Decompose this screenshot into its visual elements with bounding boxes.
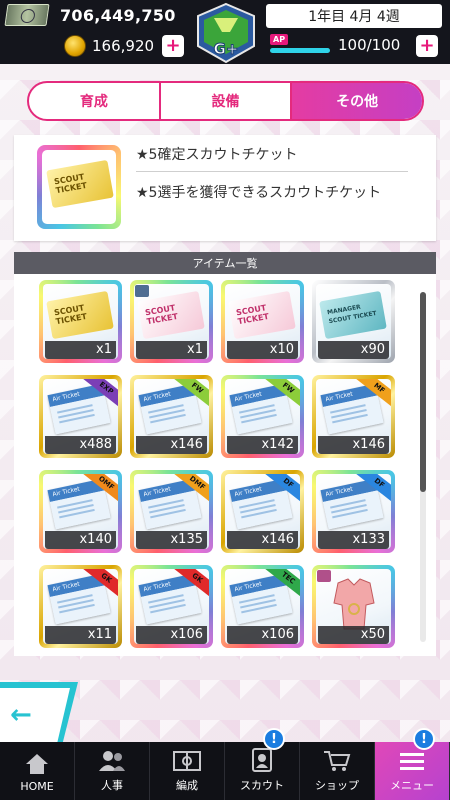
category-tabs: 育成 設備 その他 bbox=[27, 81, 424, 121]
item-count: x133 bbox=[318, 531, 389, 549]
item-slot[interactable]: Air Ticket MF x146 bbox=[312, 375, 395, 458]
nav-scout[interactable]: ! スカウト bbox=[225, 728, 300, 800]
scrollbar-thumb[interactable] bbox=[420, 292, 426, 492]
nav-shop[interactable]: ショップ bbox=[300, 742, 375, 800]
scout-icon bbox=[252, 748, 272, 772]
nav-home[interactable]: HOME bbox=[0, 742, 75, 800]
nav-menu[interactable]: ! メニュー bbox=[375, 728, 450, 800]
special-badge-icon bbox=[135, 285, 149, 297]
notification-badge: ! bbox=[263, 728, 285, 750]
scout-ticket-icon: SCOUT TICKET bbox=[137, 290, 205, 340]
manager-ticket-icon: MANAGER SCOUT TICKET bbox=[319, 290, 387, 340]
nav-label: 人事 bbox=[101, 779, 123, 792]
detail-divider bbox=[136, 171, 408, 172]
coin-display: 166,920 + bbox=[0, 34, 185, 58]
item-slot[interactable]: SCOUT TICKET x1 bbox=[130, 280, 213, 363]
tab-training[interactable]: 育成 bbox=[29, 83, 161, 119]
status-bar: 706,449,750 166,920 + G+ 1年目 4月 4週 AP 10… bbox=[0, 0, 450, 64]
item-slot[interactable]: SCOUT TICKET x1 bbox=[39, 280, 122, 363]
money-display: 706,449,750 bbox=[0, 2, 190, 28]
item-count: x10 bbox=[227, 341, 298, 359]
item-count: x11 bbox=[45, 626, 116, 644]
item-slot[interactable]: Air Ticket FW x146 bbox=[130, 375, 213, 458]
game-date: 1年目 4月 4週 bbox=[266, 4, 442, 28]
scout-ticket-icon: SCOUT TICKET bbox=[228, 290, 296, 340]
nav-label: 編成 bbox=[176, 779, 198, 792]
menu-icon bbox=[400, 753, 424, 770]
cart-icon bbox=[324, 751, 351, 771]
nav-formation[interactable]: 編成 bbox=[150, 742, 225, 800]
item-count: x146 bbox=[136, 436, 207, 454]
item-slot[interactable]: Air Ticket GK x106 bbox=[130, 565, 213, 648]
item-count: x106 bbox=[227, 626, 298, 644]
nav-label: HOME bbox=[20, 780, 54, 793]
item-name: ★5確定スカウトチケット bbox=[136, 147, 298, 163]
back-arrow-icon: ← bbox=[10, 700, 32, 730]
selected-item-icon: SCOUT TICKET bbox=[37, 145, 121, 229]
coin-icon bbox=[64, 35, 86, 57]
item-count: x135 bbox=[136, 531, 207, 549]
bottom-nav: HOME 人事 編成 ! スカウト ショップ ! メニュー bbox=[0, 728, 450, 800]
notification-badge: ! bbox=[413, 728, 435, 750]
item-slot[interactable]: Air Ticket DF x146 bbox=[221, 470, 304, 553]
add-coins-button[interactable]: + bbox=[162, 35, 185, 57]
item-slot[interactable]: Air Ticket DMF x135 bbox=[130, 470, 213, 553]
cash-icon bbox=[4, 4, 50, 26]
item-count: x146 bbox=[318, 436, 389, 454]
home-icon bbox=[26, 754, 48, 774]
tab-facility[interactable]: 設備 bbox=[161, 83, 293, 119]
item-list-header: アイテム一覧 bbox=[14, 252, 436, 274]
item-description: ★5選手を獲得できるスカウトチケット bbox=[136, 185, 382, 201]
nav-label: メニュー bbox=[390, 779, 434, 792]
item-slot[interactable]: MANAGER SCOUT TICKET x90 bbox=[312, 280, 395, 363]
scout-ticket-icon: SCOUT TICKET bbox=[46, 290, 114, 340]
money-amount: 706,449,750 bbox=[60, 5, 176, 25]
coin-amount: 166,920 bbox=[92, 37, 155, 55]
nav-personnel[interactable]: 人事 bbox=[75, 742, 150, 800]
item-count: x142 bbox=[227, 436, 298, 454]
add-ap-button[interactable]: + bbox=[416, 35, 438, 57]
item-count: x1 bbox=[136, 341, 207, 359]
nav-label: ショップ bbox=[315, 779, 359, 792]
item-count: x146 bbox=[227, 531, 298, 549]
item-slot[interactable]: Air Ticket FW x142 bbox=[221, 375, 304, 458]
scrollbar[interactable] bbox=[420, 292, 426, 642]
tab-other[interactable]: その他 bbox=[292, 83, 422, 119]
ap-amount: 100/100 bbox=[338, 36, 401, 54]
item-count: x140 bbox=[45, 531, 116, 549]
item-count: x1 bbox=[45, 341, 116, 359]
item-slot[interactable]: SCOUT TICKET x10 bbox=[221, 280, 304, 363]
item-slot[interactable]: Air Ticket GK x11 bbox=[39, 565, 122, 648]
item-count: x106 bbox=[136, 626, 207, 644]
team-grade: G+ bbox=[214, 40, 239, 58]
team-emblem[interactable]: G+ bbox=[194, 2, 258, 64]
item-count: x488 bbox=[45, 436, 116, 454]
item-list: SCOUT TICKET x1 SCOUT TICKET x1 SCOUT TICKET… bbox=[14, 274, 436, 656]
item-detail-panel: SCOUT TICKET ★5確定スカウトチケット ★5選手を獲得できるスカウトチ… bbox=[14, 135, 436, 241]
item-slot[interactable]: Air Ticket DF x133 bbox=[312, 470, 395, 553]
nav-label: スカウト bbox=[240, 779, 284, 792]
item-slot[interactable]: Air Ticket OMF x140 bbox=[39, 470, 122, 553]
people-icon bbox=[99, 751, 125, 771]
costume-type-icon bbox=[317, 570, 331, 582]
item-slot[interactable]: Air Ticket TEC x106 bbox=[221, 565, 304, 648]
formation-icon bbox=[173, 751, 201, 771]
item-slot[interactable]: Air Ticket EXP x488 bbox=[39, 375, 122, 458]
item-count: x50 bbox=[318, 626, 389, 644]
item-slot[interactable]: x50 bbox=[312, 565, 395, 648]
item-count: x90 bbox=[318, 341, 389, 359]
ap-label: AP bbox=[270, 34, 289, 45]
ap-gauge-fill bbox=[270, 48, 330, 53]
costume-icon bbox=[333, 578, 375, 630]
ap-gauge bbox=[270, 48, 330, 53]
